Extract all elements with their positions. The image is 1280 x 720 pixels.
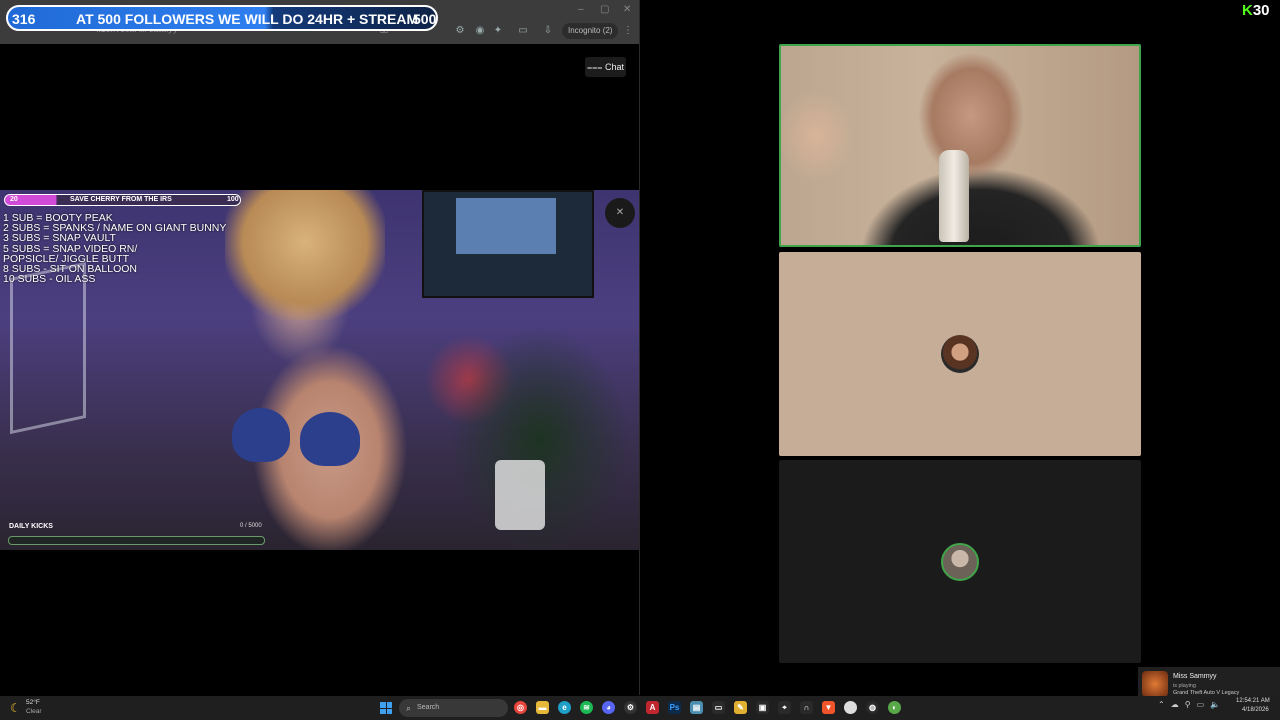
headset-icon[interactable]: ∩ <box>800 701 813 714</box>
stream-video-player[interactable]: 20 SAVE CHERRY FROM THE IRS 100 1 SUB = … <box>0 190 639 550</box>
taskbar-search[interactable]: ⌕ Search <box>399 699 508 717</box>
streamer-hair <box>225 190 385 320</box>
clock-time[interactable]: 12:54:21 AM <box>1236 698 1270 704</box>
weather-temp[interactable]: 52°F <box>26 699 40 706</box>
brave-icon[interactable]: ▼ <box>822 701 835 714</box>
streamer-top-right <box>300 412 360 466</box>
sub-goal-target: 100 <box>227 196 239 203</box>
chat-button-label: Chat <box>604 62 624 72</box>
weather-condition[interactable]: Clear <box>26 708 42 715</box>
chat-lines-icon: ⩶ <box>587 62 603 72</box>
sidebar-icon[interactable]: ▭ <box>515 24 531 38</box>
sub-menu-item: 10 SUBS - OIL ASS <box>3 273 96 286</box>
maximize-button[interactable]: ▢ <box>600 4 609 15</box>
sub-goal-current: 20 <box>10 196 18 203</box>
streamer-top-left <box>232 408 290 462</box>
search-icon: ⌕ <box>406 703 412 713</box>
windows-start-icon[interactable] <box>380 702 392 714</box>
incognito-badge[interactable]: Incognito (2) <box>562 23 619 39</box>
edge-icon[interactable]: e <box>558 701 571 714</box>
chat-toggle-button[interactable]: ⩶ Chat <box>585 57 626 77</box>
sub-goal-bar: 20 SAVE CHERRY FROM THE IRS 100 <box>4 194 241 206</box>
daily-kicks-label: DAILY KICKS <box>9 523 53 530</box>
kick-count: 30 <box>1252 2 1270 19</box>
notification-status: is playing <box>1173 683 1196 689</box>
chrome-icon[interactable]: ◎ <box>514 701 527 714</box>
notification-name: Miss Sammyy <box>1173 673 1217 680</box>
man-avatar <box>941 543 979 581</box>
kebab-menu-icon[interactable]: ⋮ <box>620 24 636 38</box>
plant-pot <box>495 460 545 530</box>
extension-icon[interactable]: ⚙ <box>452 24 468 38</box>
globe-app-icon[interactable]: ◐ <box>888 701 901 714</box>
close-button[interactable]: ✕ <box>623 4 631 15</box>
search-placeholder: Search <box>417 704 440 711</box>
sub-menu-list: 1 SUB = BOOTY PEAK 2 SUBS = SPANKS / NAM… <box>3 213 226 286</box>
adobe-icon[interactable]: A <box>646 701 659 714</box>
call-tile-avatar-speaking[interactable] <box>779 460 1141 663</box>
file-explorer-icon[interactable]: ▬ <box>536 701 549 714</box>
daily-kicks-count: 0 / 5000 <box>240 523 262 529</box>
follower-goal-banner: 316 AT 500 FOLLOWERS WE WILL DO 24HR + S… <box>6 5 438 31</box>
recorder-icon[interactable]: ◉ <box>472 24 488 38</box>
kick-logo-icon: K <box>1242 2 1253 19</box>
mute-icon[interactable]: ✕ <box>605 198 635 228</box>
game-thumbnail-icon <box>1142 671 1168 697</box>
circle-app-icon[interactable] <box>844 701 857 714</box>
follower-count: 316 <box>12 11 36 27</box>
bearded-man-avatar <box>941 335 979 373</box>
notes-icon[interactable]: ✎ <box>734 701 747 714</box>
terminal-icon[interactable]: ▭ <box>712 701 725 714</box>
call-tile-video[interactable] <box>779 44 1141 247</box>
bottle-in-hand <box>939 150 969 242</box>
discord-icon[interactable]: ◕ <box>602 701 615 714</box>
call-tile-avatar[interactable] <box>779 252 1141 456</box>
puzzle-icon[interactable]: ✦ <box>490 24 506 38</box>
clock-date[interactable]: 4/18/2026 <box>1242 707 1269 713</box>
map-pin-icon[interactable]: ⌖ <box>778 701 791 714</box>
mirror-decor <box>10 261 86 435</box>
follower-goal-text: AT 500 FOLLOWERS WE WILL DO 24HR + STREA… <box>76 11 419 27</box>
moon-weather-icon[interactable]: ☾ <box>10 701 21 715</box>
browser-window: – ▢ ✕ kick.com/mrsammyy ⚿ ⚙ ◉ ✦ ▭ ⇩ Inco… <box>0 0 640 695</box>
steam-icon[interactable]: ⚙ <box>624 701 637 714</box>
download-icon[interactable]: ⇩ <box>540 24 556 38</box>
minimize-button[interactable]: – <box>578 4 584 15</box>
spotify-icon[interactable]: ≋ <box>580 701 593 714</box>
background-monitor <box>422 190 594 298</box>
obs-icon[interactable]: ◍ <box>866 701 879 714</box>
sub-goal-title: SAVE CHERRY FROM THE IRS <box>70 196 172 203</box>
follower-target: 500 <box>413 11 437 27</box>
kick-badge: K30 <box>1242 2 1270 19</box>
taskbar: ☾ 52°F Clear ⌕ Search ◎ ▬ e ≋ ◕ ⚙ A Ps ▤… <box>0 696 1280 720</box>
media-icon[interactable]: ▣ <box>756 701 769 714</box>
daily-kicks-progress <box>8 536 265 545</box>
photoshop-icon[interactable]: Ps <box>668 701 681 714</box>
notepad-icon[interactable]: ▤ <box>690 701 703 714</box>
system-tray[interactable]: ⌃☁⚲▭🔈 <box>1158 700 1226 709</box>
